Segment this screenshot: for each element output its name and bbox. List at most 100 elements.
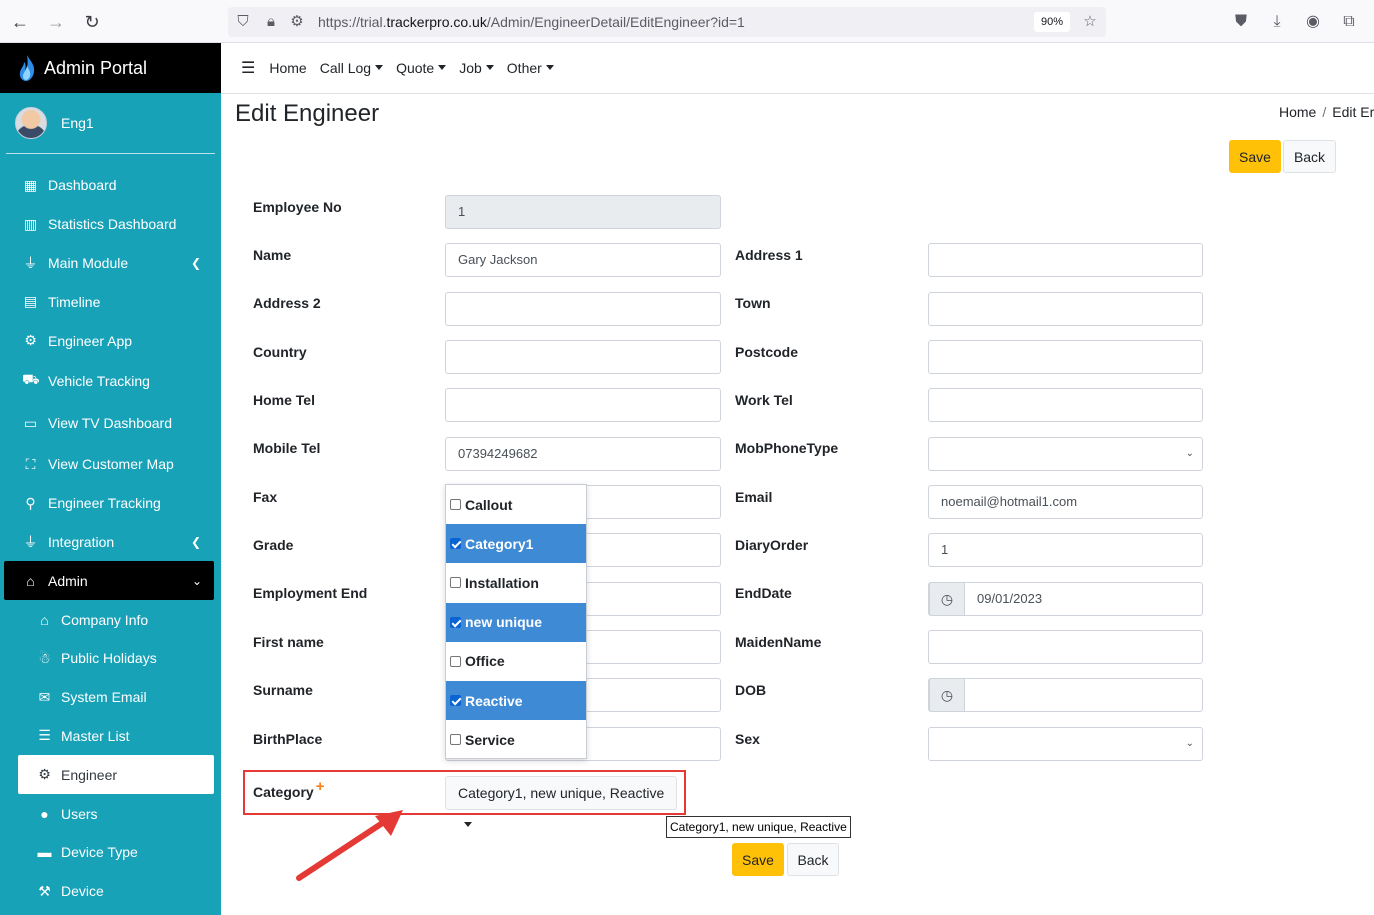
nav-job[interactable]: Job (459, 60, 494, 76)
sidebar-subitem-system-email[interactable]: ✉ System Email (0, 678, 221, 717)
town-field[interactable] (928, 292, 1203, 326)
breadcrumb-current: Edit Er (1332, 104, 1374, 120)
dob-field[interactable]: ◷ (928, 678, 1203, 712)
sidebar-item-vehicle-tracking[interactable]: ⛟ Vehicle Tracking (0, 360, 221, 402)
sidebar-subitem-engineer[interactable]: ⚙ Engineer (18, 755, 214, 795)
caret-down-icon (464, 822, 472, 827)
pocket-icon[interactable]: ⛊ (1230, 11, 1252, 33)
sidebar-item-engineer-app[interactable]: ⚙ Engineer App (0, 321, 221, 360)
address2-field[interactable] (445, 292, 721, 326)
sidebar-item-label: Users (61, 805, 98, 822)
address1-field[interactable] (928, 243, 1203, 277)
save-button-top[interactable]: Save (1229, 140, 1281, 173)
hamburger-menu-icon[interactable]: ☰ (241, 58, 255, 78)
checkbox[interactable] (450, 616, 461, 628)
sidebar-item-label: Device (61, 883, 104, 900)
diary-order-field[interactable]: 1 (928, 533, 1203, 567)
nav-quote[interactable]: Quote (396, 60, 447, 76)
checkbox[interactable] (450, 734, 461, 746)
forward-arrow-icon[interactable]: → (44, 10, 68, 34)
end-date-field[interactable]: ◷ 09/01/2023 (928, 582, 1203, 616)
nav-home[interactable]: Home (269, 60, 306, 76)
plug-icon: ⏚ (23, 254, 38, 271)
back-button-bottom[interactable]: Back (787, 843, 839, 876)
sidebar-item-label: Statistics Dashboard (48, 216, 177, 233)
postcode-label: Postcode (735, 344, 799, 360)
sex-label: Sex (735, 731, 760, 747)
maiden-name-field[interactable] (928, 630, 1203, 664)
sidebar-item-view-customer-map[interactable]: ⛶ View Customer Map (0, 445, 221, 484)
sidebar-subitem-users[interactable]: ● Users (0, 794, 221, 833)
home-tel-label: Home Tel (253, 392, 315, 408)
checkbox[interactable] (450, 499, 461, 511)
user-panel[interactable]: Eng1 (6, 93, 215, 154)
main-content: Edit Engineer Home / Edit Er Save Back Emp… (221, 94, 1374, 915)
sidebar-subitem-device-type[interactable]: ▬ Device Type (0, 833, 221, 872)
category-option-installation[interactable]: Installation (446, 563, 586, 602)
sidebar-item-label: System Email (61, 689, 147, 706)
mob-phone-type-label: MobPhoneType (735, 440, 839, 456)
surname-label: Surname (253, 682, 313, 698)
category-option-service[interactable]: Service (446, 720, 586, 759)
clock-icon[interactable]: ◷ (929, 678, 965, 712)
sidebar-item-dashboard[interactable]: ▦ Dashboard (0, 166, 221, 205)
fax-label: Fax (253, 489, 278, 505)
home-tel-field[interactable] (445, 388, 721, 422)
sidebar-subitem-company-info[interactable]: ⌂ Company Info (0, 600, 221, 639)
bookmark-star-icon[interactable]: ☆ (1081, 13, 1099, 31)
sidebar-item-integration[interactable]: ⏚ Integration ❮ (0, 523, 221, 562)
chevron-down-icon: ⌄ (1185, 738, 1194, 749)
email-field[interactable]: noemail@hotmail1.com (928, 485, 1203, 519)
sidebar-item-label: Device Type (61, 844, 138, 861)
mob-phone-type-select[interactable]: ⌄ (928, 437, 1203, 471)
checkbox[interactable] (450, 538, 461, 550)
category-option-category1[interactable]: Category1 (446, 524, 586, 564)
sex-select[interactable]: ⌄ (928, 727, 1203, 761)
back-arrow-icon[interactable]: ← (8, 10, 32, 34)
employee-no-field: 1 (445, 195, 721, 229)
back-button-top[interactable]: Back (1283, 140, 1336, 173)
home-icon: ⌂ (40, 611, 49, 628)
lock-icon[interactable]: 🔒︎ (262, 13, 280, 31)
mobile-tel-field[interactable]: 07394249682 (445, 437, 721, 471)
sidebar-subitem-public-holidays[interactable]: ☃ Public Holidays (0, 639, 221, 678)
user-gear-icon: ⚙ (24, 332, 37, 349)
sidebar-item-view-tv-dashboard[interactable]: ▭ View TV Dashboard (0, 402, 221, 445)
nav-other[interactable]: Other (507, 60, 554, 76)
sidebar-subitem-master-list[interactable]: ☰ Master List (0, 717, 221, 756)
address-bar[interactable]: ⛉ 🔒︎ ⚙ https://trial.trackerpro.co.uk/Ad… (228, 7, 1106, 37)
checkbox[interactable] (450, 577, 461, 589)
category-option-office[interactable]: Office (446, 642, 586, 681)
nav-call-log[interactable]: Call Log (320, 60, 384, 76)
sidebar-item-timeline[interactable]: ▤ Timeline (0, 282, 221, 321)
sidebar-item-statistics-dashboard[interactable]: ▥ Statistics Dashboard (0, 205, 221, 244)
extensions-icon[interactable]: ⧉ (1338, 11, 1360, 33)
name-field[interactable]: Gary Jackson (445, 243, 721, 277)
work-tel-field[interactable] (928, 388, 1203, 422)
sidebar-item-main-module[interactable]: ⏚ Main Module ❮ (0, 244, 221, 283)
zoom-level[interactable]: 90% (1034, 12, 1070, 32)
checkbox[interactable] (450, 655, 461, 667)
postcode-field[interactable] (928, 340, 1203, 374)
category-option-callout[interactable]: Callout (446, 485, 586, 524)
reload-icon[interactable]: ↻ (80, 10, 104, 34)
sidebar-item-engineer-tracking[interactable]: ⚲ Engineer Tracking (0, 484, 221, 523)
sidebar: Admin Portal Eng1 ▦ Dashboard ▥ Statistics… (0, 43, 221, 915)
permissions-icon[interactable]: ⚙ (288, 13, 306, 31)
clock-icon[interactable]: ◷ (929, 582, 965, 616)
download-icon[interactable]: ⤓ (1266, 11, 1288, 33)
save-button-bottom[interactable]: Save (732, 843, 784, 876)
shield-icon[interactable]: ⛉ (234, 13, 252, 31)
category-option-reactive[interactable]: Reactive (446, 680, 586, 721)
brand[interactable]: Admin Portal (0, 43, 221, 93)
account-icon[interactable]: ◉ (1302, 11, 1324, 33)
sidebar-subitem-device[interactable]: ⚒ Device (0, 872, 221, 911)
country-field[interactable] (445, 340, 721, 374)
category-option-new-unique[interactable]: new unique (446, 602, 586, 642)
breadcrumb-home[interactable]: Home (1279, 104, 1316, 120)
sidebar-item-label: Public Holidays (61, 650, 157, 667)
checkbox[interactable] (450, 695, 461, 707)
chevron-left-icon: ❮ (190, 534, 201, 549)
sidebar-item-admin[interactable]: ⌂ Admin ⌄ (4, 561, 214, 601)
browser-toolbar: ← → ↻ ⛉ 🔒︎ ⚙ https://trial.trackerpro.co… (0, 0, 1374, 43)
